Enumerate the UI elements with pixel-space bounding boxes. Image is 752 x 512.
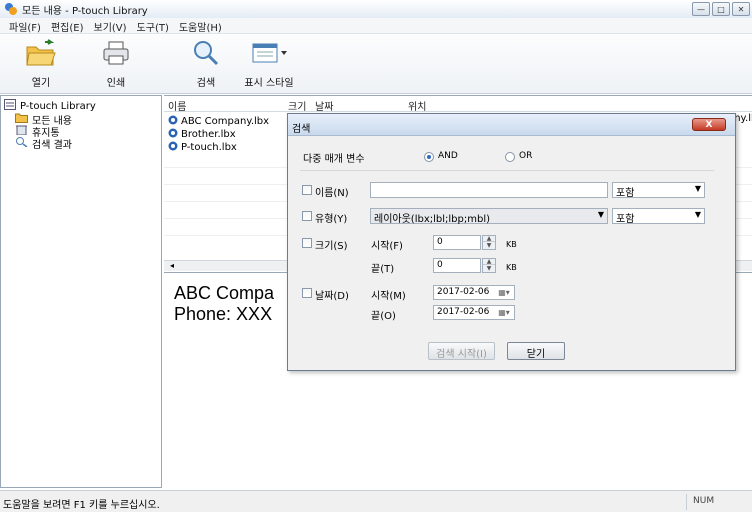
size-start-unit: KB [506, 240, 517, 249]
file-row[interactable]: P-touch.lbx [168, 141, 237, 153]
print-button[interactable]: 인쇄 [95, 38, 137, 89]
date-start-value: 2017-02-06 [437, 287, 490, 297]
file-name: Brother.lbx [181, 128, 236, 140]
dialog-title: 검색 [292, 124, 311, 135]
name-checkbox[interactable] [302, 185, 312, 195]
lbx-file-icon [168, 141, 178, 154]
scroll-left-icon[interactable]: ◂ [170, 261, 174, 270]
type-match-select[interactable]: 포함 ▼ [612, 208, 705, 225]
type-select[interactable]: 레이아웃(lbx;lbl;lbp;mbl) ▼ [370, 208, 608, 225]
tree-root-label: P-touch Library [20, 100, 96, 112]
file-name: P-touch.lbx [181, 141, 237, 153]
menu-view[interactable]: 보기(V) [89, 18, 132, 34]
file-name: ABC Company.lbx [181, 115, 270, 127]
search-button[interactable]: 검색 [186, 38, 226, 89]
search-dialog: 검색 X 다중 매개 변수 AND OR 이름(N) 포함 ▼ 유형(Y) 레이… [287, 113, 736, 371]
lbx-file-icon [168, 128, 178, 141]
calendar-icon[interactable]: ▦▾ [495, 305, 513, 320]
size-start-spinner[interactable]: ▲ ▼ [482, 235, 496, 250]
type-match-value: 포함 [616, 214, 635, 225]
size-end-spinner[interactable]: ▲ ▼ [482, 258, 496, 273]
size-end-input[interactable]: 0 [433, 258, 481, 273]
display-style-button[interactable]: 표시 스타일 [232, 38, 306, 89]
lbx-file-icon [168, 115, 178, 128]
close-window-button[interactable]: ✕ [732, 2, 750, 16]
multi-param-label: 다중 매개 변수 [303, 154, 365, 165]
title-bar: 모든 내용 - P-touch Library — □ ✕ [0, 0, 752, 18]
name-checkbox-label: 이름(N) [315, 188, 349, 199]
display-style-label: 표시 스타일 [244, 78, 294, 89]
app-icon [4, 2, 18, 16]
size-start-input[interactable]: 0 [433, 235, 481, 250]
column-date[interactable]: 날짜 [315, 98, 333, 113]
tree-item-results-label: 검색 결과 [32, 139, 72, 151]
library-icon [4, 99, 16, 113]
or-label: OR [519, 151, 533, 161]
close-button[interactable]: 닫기 [507, 342, 565, 360]
dropdown-arrow-icon: ▼ [694, 184, 701, 193]
name-input[interactable] [370, 182, 608, 198]
column-location[interactable]: 위치 [408, 98, 426, 113]
open-label: 열기 [31, 78, 51, 89]
window-controls: — □ ✕ [692, 2, 750, 16]
dropdown-arrow-icon: ▼ [694, 210, 701, 219]
date-checkbox[interactable] [302, 288, 312, 298]
status-bar: 도움말을 보려면 F1 키를 누르십시오. NUM [0, 490, 752, 512]
printer-icon [95, 38, 137, 68]
divider [300, 170, 714, 171]
name-match-select[interactable]: 포함 ▼ [612, 182, 705, 199]
and-radio[interactable] [424, 152, 434, 162]
library-tree: P-touch Library 모든 내용 휴지통 검색 결과 [0, 95, 162, 488]
window-title: 모든 내용 - P-touch Library [22, 6, 148, 17]
or-radio[interactable] [505, 152, 515, 162]
menu-help[interactable]: 도움말(H) [174, 18, 227, 34]
print-label: 인쇄 [106, 78, 126, 89]
maximize-button[interactable]: □ [712, 2, 730, 16]
size-end-label: 끝(T) [371, 264, 395, 275]
column-size[interactable]: 크기 [288, 98, 306, 113]
type-checkbox[interactable] [302, 211, 312, 221]
name-match-value: 포함 [616, 188, 635, 199]
preview-text-line1: ABC Compa [174, 283, 275, 303]
status-hint: 도움말을 보려면 F1 키를 누르십시오. [3, 500, 160, 511]
toolbar: 열기 인쇄 검색 표시 스타일 [0, 34, 752, 94]
date-start-label: 시작(M) [371, 291, 406, 302]
date-end-label: 끝(O) [371, 311, 396, 322]
size-checkbox[interactable] [302, 238, 312, 248]
num-lock-indicator: NUM [686, 494, 736, 510]
preview-text-line2: Phone: XXX [174, 304, 273, 324]
menu-edit[interactable]: 편집(E) [46, 18, 89, 34]
minimize-button[interactable]: — [692, 2, 710, 16]
size-checkbox-label: 크기(S) [315, 241, 348, 252]
magnifier-icon [186, 38, 226, 68]
column-name[interactable]: 이름 [168, 98, 186, 113]
start-search-button[interactable]: 검색 시작(I) [428, 342, 495, 360]
file-list-header: 이름 크기 날짜 위치 [164, 96, 752, 113]
file-row[interactable]: Brother.lbx [168, 128, 236, 140]
menu-bar: 파일(F) 편집(E) 보기(V) 도구(T) 도움말(H) [0, 18, 752, 34]
size-start-label: 시작(F) [371, 241, 403, 252]
folder-open-icon [20, 38, 62, 68]
menu-file[interactable]: 파일(F) [4, 18, 46, 34]
dialog-title-bar: 검색 X [288, 114, 735, 136]
display-style-icon [232, 38, 306, 68]
date-checkbox-label: 날짜(D) [315, 291, 349, 302]
menu-tools[interactable]: 도구(T) [132, 18, 174, 34]
open-button[interactable]: 열기 [20, 38, 62, 89]
dialog-close-button[interactable]: X [692, 118, 726, 131]
type-value: 레이아웃(lbx;lbl;lbp;mbl) [374, 214, 490, 225]
size-end-unit: KB [506, 263, 517, 272]
file-row[interactable]: ABC Company.lbx [168, 115, 269, 127]
and-label: AND [438, 151, 458, 161]
calendar-icon[interactable]: ▦▾ [495, 285, 513, 300]
dropdown-arrow-icon: ▼ [597, 210, 604, 219]
type-checkbox-label: 유형(Y) [315, 214, 348, 225]
search-results-icon [15, 136, 28, 150]
search-label: 검색 [196, 78, 216, 89]
tree-item-results[interactable]: 검색 결과 [15, 136, 72, 151]
date-end-value: 2017-02-06 [437, 307, 490, 317]
